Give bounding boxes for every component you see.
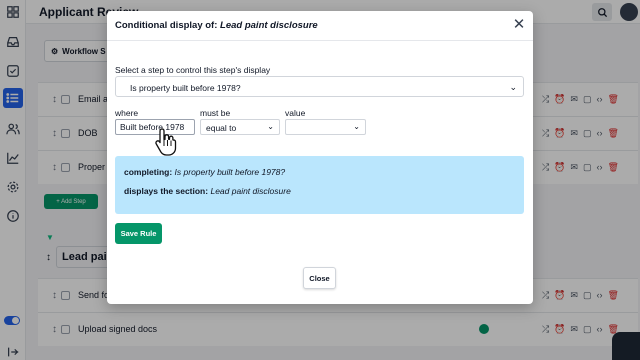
value-select[interactable]: ⌄	[285, 119, 366, 135]
completing-line: completing: Is property built before 197…	[124, 167, 285, 177]
modal-title-prefix: Conditional display of:	[115, 20, 218, 31]
completing-value: Is property built before 1978?	[174, 167, 286, 177]
hand-pointer-cursor-icon	[155, 128, 177, 156]
modal-title: Conditional display of: Lead paint discl…	[115, 20, 318, 31]
chevron-down-icon: ⌄	[353, 122, 360, 131]
completing-label: completing:	[124, 167, 173, 177]
chevron-down-icon: ⌄	[267, 122, 274, 131]
step-select-label: Select a step to control this step's dis…	[115, 65, 271, 75]
must-be-value: equal to	[206, 123, 237, 133]
step-select[interactable]: Is property built before 1978? ⌄	[115, 76, 524, 97]
chevron-down-icon: ⌄	[509, 82, 517, 92]
displays-line: displays the section: Lead paint disclos…	[124, 186, 291, 196]
modal-title-target: Lead paint disclosure	[220, 20, 318, 31]
step-select-value: Is property built before 1978?	[130, 83, 241, 93]
rule-summary-box: completing: Is property built before 197…	[115, 156, 524, 214]
close-button[interactable]: Close	[303, 267, 336, 289]
save-rule-button[interactable]: Save Rule	[115, 223, 162, 244]
displays-label: displays the section:	[124, 186, 209, 196]
value-label: value	[285, 108, 306, 118]
modal-header: Conditional display of: Lead paint discl…	[107, 11, 533, 41]
close-icon[interactable]: ✕	[512, 17, 526, 32]
displays-value: Lead paint disclosure	[210, 186, 291, 196]
must-be-label: must be	[200, 108, 231, 118]
must-be-select[interactable]: equal to ⌄	[200, 119, 280, 135]
conditional-display-modal: Conditional display of: Lead paint discl…	[107, 11, 533, 304]
where-label: where	[115, 108, 139, 118]
